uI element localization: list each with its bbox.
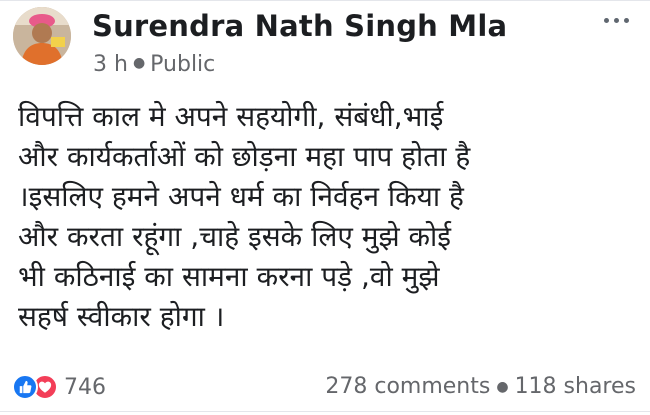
reaction-count: 746 [64,374,106,400]
like-reaction-icon [12,374,38,400]
post-text-line: विपत्ति काल मे अपने सहयोगी, संबंधी,भाई [18,100,444,133]
post-card: Surendra Nath Singh Mla 3 h ● Public विपत्… [0,0,650,415]
more-options-icon[interactable] [596,5,636,35]
post-text-line: भी कठिनाई का सामना करना पड़े ,वो मुझे [18,260,440,293]
post-timestamp[interactable]: 3 h [93,52,128,77]
post-text-line: और कार्यकर्ताओं को छोड़ना महा पाप होता ह… [18,140,471,173]
post-visibility: Public [150,52,216,77]
author-avatar[interactable] [13,7,71,65]
stats-separator: ● [496,378,509,395]
post-body: विपत्ति काल मे अपने सहयोगी, संबंधी,भाई औ… [18,97,643,337]
reactions-summary[interactable]: 746 [12,374,106,400]
post-text-line: ।इसलिए हमने अपने धर्म का निर्वहन किया है [18,180,464,213]
meta-separator: ● [132,55,146,71]
more-dot [623,17,629,23]
post-meta: 3 h ● Public [93,52,215,77]
shares-count[interactable]: 118 shares [515,374,636,399]
divider [0,411,650,412]
post-text-line: सहर्ष स्वीकार होगा । [18,300,225,333]
engagement-stats: 278 comments ● 118 shares [325,374,636,399]
comments-count[interactable]: 278 comments [325,374,490,399]
avatar-photo [13,7,71,65]
post-text-line: और करता रहूंगा ,चाहे इसके लिए मुझे कोई [18,220,452,253]
more-dot [603,17,609,23]
author-name[interactable]: Surendra Nath Singh Mla [92,9,507,43]
more-dot [613,17,619,23]
